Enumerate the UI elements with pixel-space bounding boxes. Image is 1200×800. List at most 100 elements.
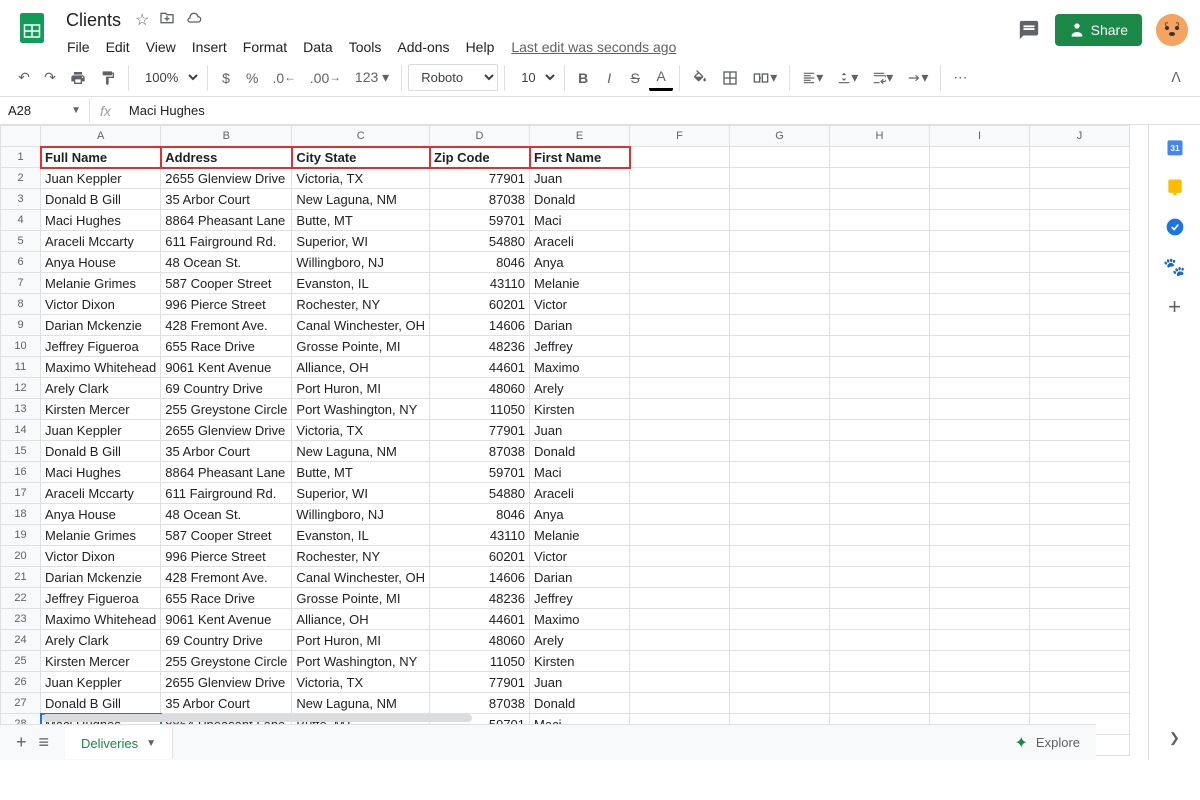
row-header-25[interactable]: 25	[1, 651, 41, 672]
star-icon[interactable]: ☆	[135, 10, 149, 31]
cell-J17[interactable]	[1030, 483, 1130, 504]
cell-I12[interactable]	[930, 378, 1030, 399]
cell-H12[interactable]	[830, 378, 930, 399]
cell-I19[interactable]	[930, 525, 1030, 546]
cell-A14[interactable]: Juan Keppler	[41, 420, 161, 441]
cell-G24[interactable]	[730, 630, 830, 651]
cell-E8[interactable]: Victor	[530, 294, 630, 315]
cell-I11[interactable]	[930, 357, 1030, 378]
cell-G12[interactable]	[730, 378, 830, 399]
cell-C1[interactable]: City State	[292, 147, 430, 168]
cell-E20[interactable]: Victor	[530, 546, 630, 567]
cell-B23[interactable]: 9061 Kent Avenue	[161, 609, 292, 630]
cell-G5[interactable]	[730, 231, 830, 252]
row-header-2[interactable]: 2	[1, 168, 41, 189]
cell-G19[interactable]	[730, 525, 830, 546]
cell-A17[interactable]: Araceli Mccarty	[41, 483, 161, 504]
cell-H5[interactable]	[830, 231, 930, 252]
cell-I15[interactable]	[930, 441, 1030, 462]
column-header-A[interactable]: A	[41, 126, 161, 147]
cell-C12[interactable]: Port Huron, MI	[292, 378, 430, 399]
cell-D1[interactable]: Zip Code	[430, 147, 530, 168]
cell-H16[interactable]	[830, 462, 930, 483]
row-header-5[interactable]: 5	[1, 231, 41, 252]
cell-D2[interactable]: 77901	[430, 168, 530, 189]
cell-G11[interactable]	[730, 357, 830, 378]
cell-E4[interactable]: Maci	[530, 210, 630, 231]
row-header-17[interactable]: 17	[1, 483, 41, 504]
cell-I8[interactable]	[930, 294, 1030, 315]
last-edit[interactable]: Last edit was seconds ago	[511, 39, 676, 55]
column-header-H[interactable]: H	[830, 126, 930, 147]
cell-D16[interactable]: 59701	[430, 462, 530, 483]
cell-J14[interactable]	[1030, 420, 1130, 441]
cell-E18[interactable]: Anya	[530, 504, 630, 525]
cell-J12[interactable]	[1030, 378, 1130, 399]
row-header-14[interactable]: 14	[1, 420, 41, 441]
cell-J21[interactable]	[1030, 567, 1130, 588]
cell-A11[interactable]: Maximo Whitehead	[41, 357, 161, 378]
cell-I3[interactable]	[930, 189, 1030, 210]
cell-G21[interactable]	[730, 567, 830, 588]
cell-F19[interactable]	[630, 525, 730, 546]
menu-file[interactable]: File	[60, 35, 97, 59]
cell-J10[interactable]	[1030, 336, 1130, 357]
more-formats[interactable]: 123 ▾	[349, 65, 395, 91]
cell-A19[interactable]: Melanie Grimes	[41, 525, 161, 546]
cell-A26[interactable]: Juan Keppler	[41, 672, 161, 693]
row-header-7[interactable]: 7	[1, 273, 41, 294]
cell-B17[interactable]: 611 Fairground Rd.	[161, 483, 292, 504]
add-sheet-icon[interactable]: +	[16, 732, 27, 753]
cell-E24[interactable]: Arely	[530, 630, 630, 651]
cell-I17[interactable]	[930, 483, 1030, 504]
cell-I20[interactable]	[930, 546, 1030, 567]
menu-format[interactable]: Format	[236, 35, 294, 59]
cell-C21[interactable]: Canal Winchester, OH	[292, 567, 430, 588]
horizontal-scrollbar[interactable]	[40, 712, 1096, 724]
cell-A7[interactable]: Melanie Grimes	[41, 273, 161, 294]
menu-add-ons[interactable]: Add-ons	[390, 35, 456, 59]
cell-B24[interactable]: 69 Country Drive	[161, 630, 292, 651]
cell-C23[interactable]: Alliance, OH	[292, 609, 430, 630]
cell-F10[interactable]	[630, 336, 730, 357]
cell-H3[interactable]	[830, 189, 930, 210]
cell-C19[interactable]: Evanston, IL	[292, 525, 430, 546]
cell-B13[interactable]: 255 Greystone Circle	[161, 399, 292, 420]
explore-button[interactable]: ✦Explore	[999, 725, 1096, 761]
cell-G27[interactable]	[730, 693, 830, 714]
strikethrough-icon[interactable]: S	[623, 65, 647, 91]
cell-A27[interactable]: Donald B Gill	[41, 693, 161, 714]
cell-H27[interactable]	[830, 693, 930, 714]
font-size-select[interactable]: 10	[511, 67, 558, 88]
cell-A13[interactable]: Kirsten Mercer	[41, 399, 161, 420]
cell-J27[interactable]	[1030, 693, 1130, 714]
cell-B20[interactable]: 996 Pierce Street	[161, 546, 292, 567]
row-header-1[interactable]: 1	[1, 147, 41, 168]
cell-G6[interactable]	[730, 252, 830, 273]
cell-C16[interactable]: Butte, MT	[292, 462, 430, 483]
text-wrap-icon[interactable]: ▾	[866, 65, 899, 91]
cell-D15[interactable]: 87038	[430, 441, 530, 462]
cell-A21[interactable]: Darian Mckenzie	[41, 567, 161, 588]
cell-D10[interactable]: 48236	[430, 336, 530, 357]
cell-G26[interactable]	[730, 672, 830, 693]
cell-B27[interactable]: 35 Arbor Court	[161, 693, 292, 714]
select-all-corner[interactable]	[1, 126, 41, 147]
cell-B15[interactable]: 35 Arbor Court	[161, 441, 292, 462]
cell-C3[interactable]: New Laguna, NM	[292, 189, 430, 210]
cell-B10[interactable]: 655 Race Drive	[161, 336, 292, 357]
row-header-24[interactable]: 24	[1, 630, 41, 651]
cell-H7[interactable]	[830, 273, 930, 294]
cell-F8[interactable]	[630, 294, 730, 315]
cell-I10[interactable]	[930, 336, 1030, 357]
row-header-16[interactable]: 16	[1, 462, 41, 483]
cell-A5[interactable]: Araceli Mccarty	[41, 231, 161, 252]
row-header-4[interactable]: 4	[1, 210, 41, 231]
cell-G10[interactable]	[730, 336, 830, 357]
cell-F4[interactable]	[630, 210, 730, 231]
cell-E2[interactable]: Juan	[530, 168, 630, 189]
cell-H20[interactable]	[830, 546, 930, 567]
cell-D27[interactable]: 87038	[430, 693, 530, 714]
cell-F26[interactable]	[630, 672, 730, 693]
cell-B22[interactable]: 655 Race Drive	[161, 588, 292, 609]
